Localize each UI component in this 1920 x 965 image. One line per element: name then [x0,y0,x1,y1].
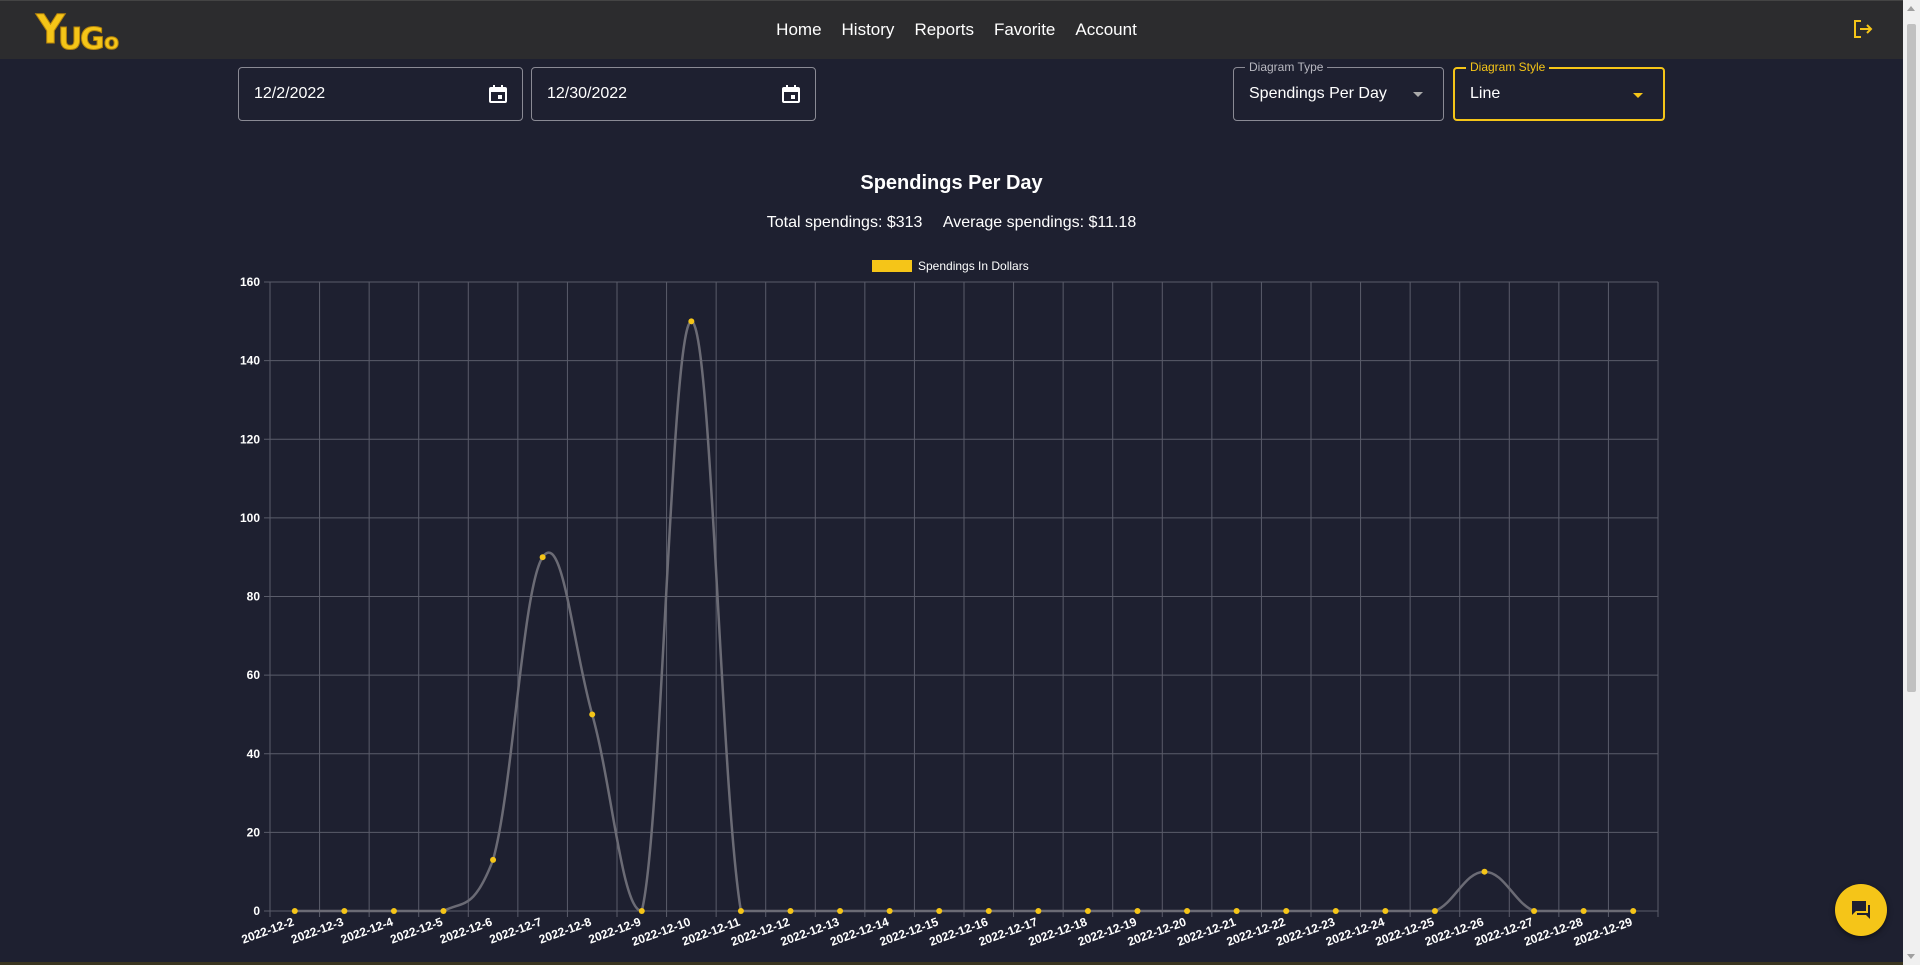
y-tick-label: 60 [247,668,261,682]
data-point [1630,908,1637,914]
y-tick-label: 20 [247,825,261,839]
data-point [1431,908,1438,914]
chat-button[interactable] [1835,884,1887,936]
x-tick-label: 2022-12-5 [388,915,445,947]
x-tick-label: 2022-12-6 [438,915,495,947]
x-tick-label: 2022-12-3 [289,915,346,947]
spendings-line-chart: 0204060801001201401602022-12-22022-12-32… [240,259,1659,949]
y-tick-label: 40 [247,747,261,761]
data-point [291,908,298,914]
y-tick-label: 80 [247,590,261,604]
scrollbar-thumb[interactable] [1907,24,1916,692]
data-point [1035,908,1042,914]
data-point [1382,908,1389,914]
data-point [1233,908,1240,914]
chat-icon [1852,901,1870,919]
data-point [539,554,546,561]
data-point [1184,908,1191,914]
data-point [440,908,447,914]
data-point [1134,908,1141,914]
data-point [1481,868,1488,875]
data-point [490,856,497,863]
x-tick-label: 2022-12-4 [339,915,396,947]
data-point [589,711,596,718]
data-point [1084,908,1091,914]
data-point [341,908,348,914]
y-tick-label: 100 [240,511,260,525]
x-tick-label: 2022-12-2 [240,915,297,947]
scroll-down-arrow[interactable] [1907,954,1915,959]
data-point [936,908,943,914]
legend-label: Spendings In Dollars [918,259,1029,273]
x-tick-label: 2022-12-7 [487,915,544,947]
data-point [390,908,397,914]
y-tick-label: 160 [240,275,260,289]
data-point [1531,908,1538,914]
data-point [886,908,893,914]
legend-swatch [872,260,912,272]
x-tick-label: 2022-12-8 [537,915,594,947]
page-scrollbar[interactable] [1903,0,1920,965]
data-point [638,908,645,914]
data-point [1332,908,1339,914]
y-tick-label: 140 [240,354,260,368]
data-point [1283,908,1290,914]
y-tick-label: 0 [253,904,260,918]
data-point [837,908,844,914]
data-point [985,908,992,914]
scroll-up-arrow[interactable] [1907,6,1915,11]
data-point [1580,908,1587,914]
data-point [688,318,695,325]
data-point [787,908,794,914]
y-tick-label: 120 [240,432,260,446]
data-point [737,908,744,914]
